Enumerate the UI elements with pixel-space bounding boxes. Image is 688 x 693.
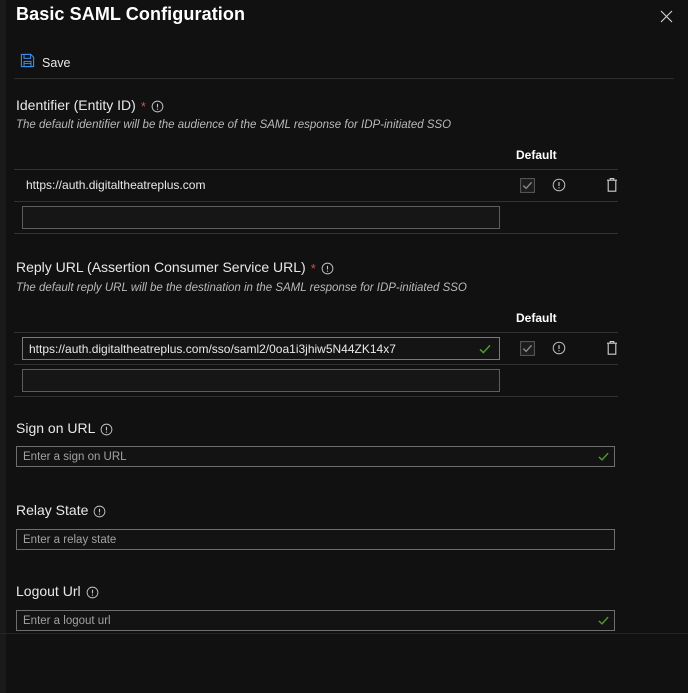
trash-icon[interactable]: [604, 176, 620, 194]
blade-left-rail: [0, 0, 6, 693]
reply-url-section-label: Reply URL (Assertion Consumer Service UR…: [16, 259, 334, 275]
reply-url-table: Default: [14, 309, 674, 397]
identifier-url-table: Default https://auth.digitaltheatreplus.…: [14, 146, 674, 234]
info-circle-icon[interactable]: [100, 423, 113, 436]
reply-url-new-input[interactable]: [22, 369, 500, 392]
reply-url-default-checkbox: [520, 341, 535, 356]
reply-url-column-default: Default: [516, 311, 557, 325]
relay-state-input[interactable]: [16, 529, 615, 550]
close-icon: [660, 10, 673, 23]
identifier-new-row-rule: [14, 233, 618, 234]
save-button-label: Save: [42, 56, 71, 70]
logout-url-label: Logout Url: [16, 583, 99, 599]
identifier-column-default: Default: [516, 148, 557, 162]
sign-on-url-label: Sign on URL: [16, 420, 113, 436]
reply-url-new-row-rule: [14, 396, 618, 397]
info-circle-icon[interactable]: [93, 505, 106, 518]
save-button[interactable]: Save: [18, 50, 73, 76]
logout-url-input[interactable]: [16, 610, 615, 631]
identifier-label-text: Identifier (Entity ID): [16, 97, 136, 113]
identifier-description: The default identifier will be the audie…: [16, 119, 452, 131]
identifier-section-label: Identifier (Entity ID) *: [16, 97, 164, 113]
identifier-new-row: [14, 202, 674, 234]
reply-url-label-text: Reply URL (Assertion Consumer Service UR…: [16, 259, 306, 275]
bottom-divider: [0, 633, 688, 634]
relay-state-label-text: Relay State: [16, 502, 89, 518]
identifier-row-info-icon[interactable]: [552, 178, 566, 192]
identifier-table-header: Default: [14, 146, 674, 170]
close-button[interactable]: [652, 3, 680, 29]
table-row: [14, 333, 674, 365]
logout-url-label-text: Logout Url: [16, 583, 81, 599]
identifier-new-input[interactable]: [22, 206, 500, 229]
command-bar-divider: [14, 78, 674, 79]
sign-on-url-input[interactable]: [16, 446, 615, 467]
info-circle-icon[interactable]: [321, 262, 334, 275]
command-bar: Save: [0, 50, 688, 78]
reply-url-required-marker: *: [310, 260, 316, 276]
save-floppy-icon: [20, 53, 35, 73]
reply-url-description: The default reply URL will be the destin…: [16, 282, 467, 294]
page-title: Basic SAML Configuration: [16, 4, 246, 24]
table-row: https://auth.digitaltheatreplus.com: [14, 170, 674, 202]
reply-url-table-header: Default: [14, 309, 674, 333]
reply-url-row-info-icon[interactable]: [552, 341, 566, 355]
identifier-required-marker: *: [140, 98, 146, 114]
basic-saml-configuration-blade: Basic SAML Configuration Save Identifier…: [0, 0, 688, 693]
identifier-row-value: https://auth.digitaltheatreplus.com: [26, 178, 206, 192]
blade-header: Basic SAML Configuration: [0, 0, 688, 36]
sign-on-url-label-text: Sign on URL: [16, 420, 96, 436]
info-circle-icon[interactable]: [151, 100, 164, 113]
reply-url-row-input[interactable]: [22, 337, 500, 360]
identifier-default-checkbox: [520, 178, 535, 193]
relay-state-label: Relay State: [16, 502, 106, 518]
reply-url-new-row: [14, 365, 674, 397]
info-circle-icon[interactable]: [86, 586, 99, 599]
trash-icon[interactable]: [604, 339, 620, 357]
